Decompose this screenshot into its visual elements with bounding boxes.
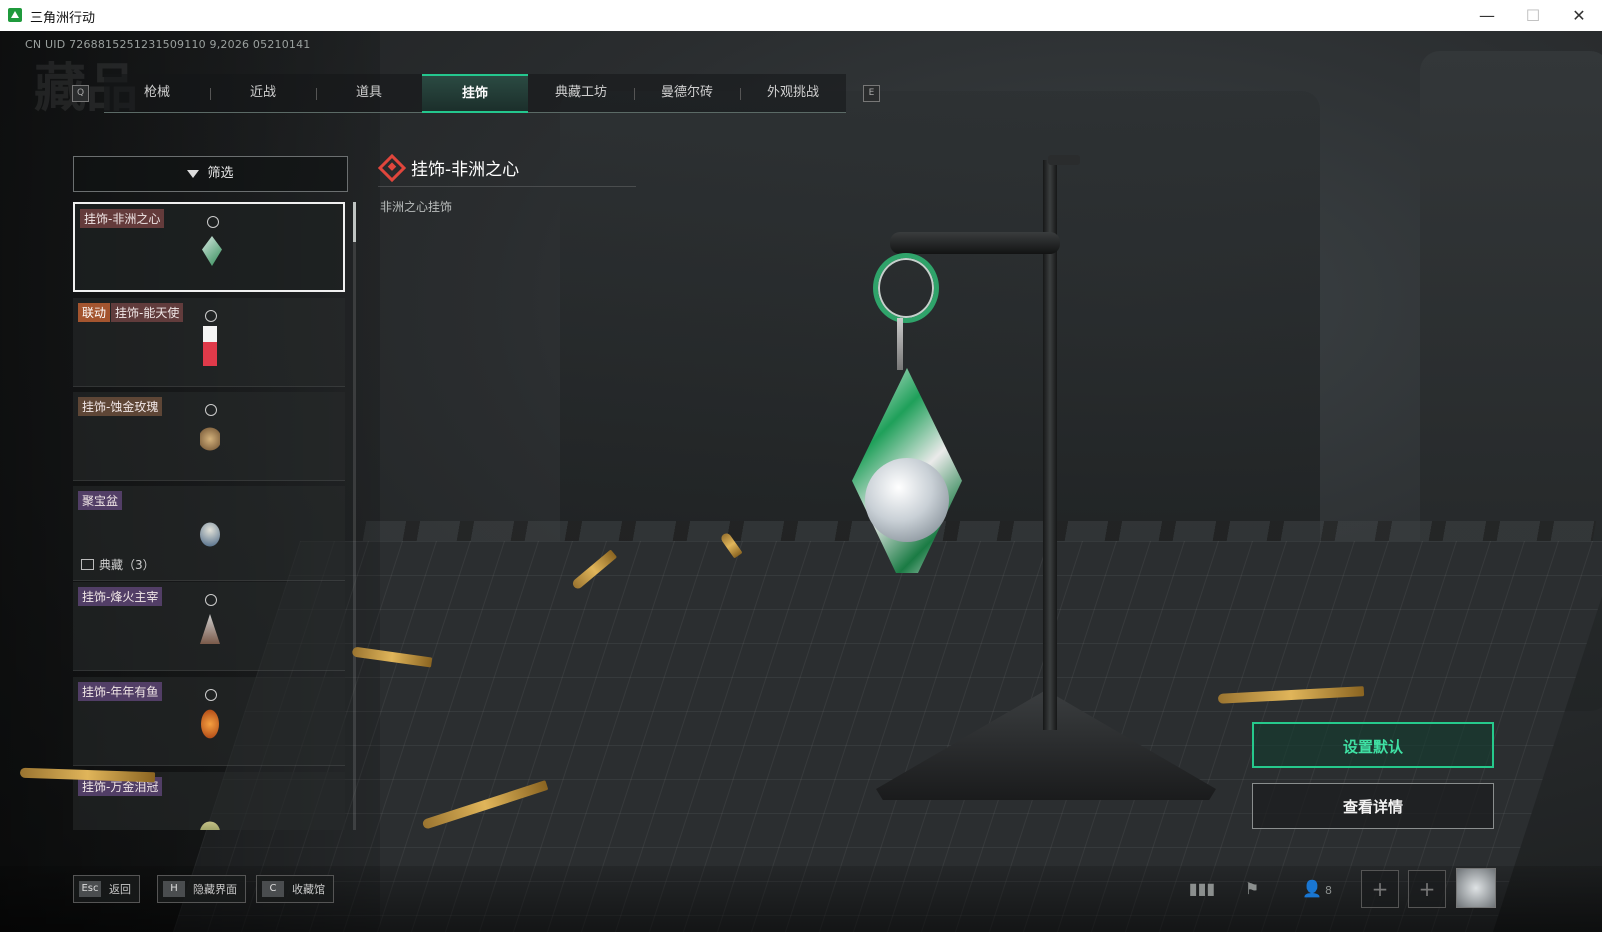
maximize-button[interactable]: ☐	[1510, 0, 1556, 31]
c-key: C	[262, 881, 284, 897]
charm-thumbnail	[195, 404, 225, 466]
item-name: 挂饰-年年有鱼	[78, 682, 163, 701]
stats-icon[interactable]: ▮▮▮	[1184, 874, 1220, 904]
hide-ui-label: 隐藏界面	[193, 883, 237, 896]
h-key: H	[163, 881, 185, 897]
collection-hall-hint[interactable]: C 收藏馆	[256, 875, 334, 903]
collab-badge: 联动	[78, 303, 111, 322]
item-description: 非洲之心挂饰	[380, 200, 453, 214]
esc-key: Esc	[79, 881, 101, 897]
charm-thumbnail	[195, 784, 225, 830]
filter-icon	[187, 169, 200, 178]
angel-figure-icon	[203, 326, 217, 366]
tab-melee[interactable]: 近战	[210, 74, 316, 112]
tab-mandel-brick[interactable]: 曼德尔砖	[634, 74, 740, 112]
list-item[interactable]: 挂饰-烽火主宰	[73, 582, 345, 671]
minimize-button[interactable]: —	[1464, 0, 1510, 31]
collection-note: 典藏（3）	[81, 556, 155, 573]
list-item[interactable]: 联动 挂饰-能天使	[73, 298, 345, 387]
ring-icon	[207, 216, 219, 228]
friend-count: 8	[1324, 884, 1332, 897]
item-detail-header: 挂饰-非洲之心	[377, 150, 636, 187]
team-slot-add-button[interactable]: +	[1408, 870, 1446, 908]
item-name: 挂饰-烽火主宰	[78, 587, 163, 606]
back-label: 返回	[109, 883, 131, 896]
list-item[interactable]: 挂饰-年年有鱼	[73, 677, 345, 766]
list-item[interactable]: 聚宝盆 典藏（3）	[73, 486, 345, 581]
charm-thumbnail	[195, 498, 225, 560]
item-title: 挂饰-非洲之心	[411, 160, 520, 180]
charm-thumbnail	[195, 310, 225, 372]
crown-icon	[200, 821, 220, 830]
charm-chain	[897, 318, 903, 370]
friends-icon[interactable]: 👤 8	[1292, 874, 1342, 904]
tab-firearms[interactable]: 枪械	[104, 74, 210, 112]
charm-thumbnail	[195, 594, 225, 656]
stand-cap	[1048, 155, 1080, 165]
filter-button[interactable]: 筛选	[73, 156, 348, 192]
app-logo-icon	[8, 8, 22, 22]
collection-hall-label: 收藏馆	[292, 883, 325, 896]
close-button[interactable]: ✕	[1556, 0, 1602, 31]
diamond-icon	[377, 153, 407, 183]
set-default-button[interactable]: 设置默认	[1252, 722, 1494, 768]
tab-charms[interactable]: 挂饰	[422, 74, 528, 113]
gem-icon	[202, 236, 222, 266]
item-name: 挂饰-能天使	[111, 303, 184, 322]
filter-label: 筛选	[207, 166, 234, 181]
charm-keyring	[873, 253, 939, 323]
ring-icon	[205, 689, 217, 701]
item-name: 挂饰-蚀金玫瑰	[78, 397, 163, 416]
view-details-button[interactable]: 查看详情	[1252, 783, 1494, 829]
tab-appearance-challenge[interactable]: 外观挑战	[740, 74, 846, 112]
ring-icon	[205, 310, 217, 322]
flag-icon[interactable]: ⚑	[1234, 874, 1270, 904]
avatar[interactable]	[1456, 868, 1496, 908]
hide-ui-hint[interactable]: H 隐藏界面	[157, 875, 246, 903]
ring-icon	[205, 594, 217, 606]
tab-next-key[interactable]: E	[863, 85, 880, 102]
item-name: 挂饰-非洲之心	[80, 209, 165, 228]
list-item[interactable]: 挂饰-蚀金玫瑰	[73, 392, 345, 481]
tab-items[interactable]: 道具	[316, 74, 422, 112]
category-tabs: 枪械 近战 道具 挂饰 典藏工坊 曼德尔砖 外观挑战	[104, 74, 846, 113]
charm-crystal	[865, 458, 949, 542]
triangle-emblem-icon	[200, 614, 220, 644]
ring-icon	[205, 404, 217, 416]
list-item[interactable]: 挂饰-非洲之心	[73, 202, 345, 292]
collection-count: 典藏（3）	[99, 558, 155, 572]
charm-thumbnail	[197, 216, 227, 278]
tab-prev-key[interactable]: Q	[72, 85, 89, 102]
treasure-bowl-icon	[200, 522, 220, 547]
window-title: 三角洲行动	[30, 11, 96, 26]
rose-icon	[200, 427, 220, 451]
charm-thumbnail	[195, 689, 225, 751]
scroll-thumb[interactable]	[353, 202, 356, 242]
item-name: 聚宝盆	[78, 491, 123, 510]
collection-icon	[81, 559, 94, 570]
stand-arm	[890, 232, 1060, 254]
fish-icon	[201, 709, 219, 739]
team-slot-add-button[interactable]: +	[1361, 870, 1399, 908]
charm-list: 挂饰-非洲之心 联动 挂饰-能天使 挂饰-蚀金玫瑰 聚宝盆 典藏（3） 挂饰-烽…	[73, 202, 347, 830]
back-hint[interactable]: Esc 返回	[73, 875, 140, 903]
window-titlebar: 三角洲行动 — ☐ ✕	[0, 0, 1602, 32]
tab-collection-workshop[interactable]: 典藏工坊	[528, 74, 634, 112]
list-scrollbar[interactable]	[353, 202, 356, 830]
